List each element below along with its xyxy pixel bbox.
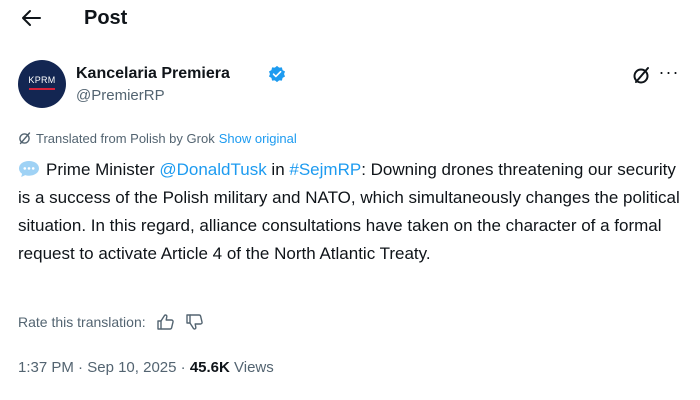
post-date[interactable]: Sep 10, 2025: [87, 359, 176, 376]
avatar[interactable]: KPRM: [18, 60, 66, 108]
arrow-left-icon: [22, 10, 41, 26]
author-handle[interactable]: @PremierRP: [76, 86, 165, 106]
show-original-link[interactable]: Show original: [219, 131, 297, 146]
thumbs-down-icon[interactable]: [185, 313, 205, 331]
page-title: Post: [84, 7, 128, 29]
tweet-text: Prime Minister @DonaldTusk in #SejmRP: D…: [18, 156, 688, 268]
verified-badge-icon: [268, 65, 286, 83]
tweet-text-part: in: [266, 160, 290, 179]
post-meta-row: 1:37 PM · Sep 10, 2025 · 45.6K Views: [18, 358, 274, 378]
more-button[interactable]: ···: [656, 63, 682, 86]
mention-link[interactable]: @DonaldTusk: [159, 160, 266, 179]
page-header: Post: [0, 0, 700, 36]
speech-bubble-icon: [19, 161, 39, 177]
hashtag-link[interactable]: #SejmRP: [289, 160, 361, 179]
author-row: KPRM Kancelaria Premiera @PremierRP ···: [18, 58, 682, 110]
grok-button[interactable]: [631, 64, 653, 86]
translation-note-row: Translated from Polish by Grok Show origi…: [18, 130, 297, 148]
translation-note: Translated from Polish by Grok: [36, 131, 215, 146]
avatar-logo-text: KPRM: [28, 75, 56, 85]
thumbs-up-icon[interactable]: [156, 313, 176, 331]
avatar-logo-stripe: [29, 88, 55, 90]
views-label: Views: [229, 359, 274, 376]
translate-icon: [19, 132, 31, 145]
rate-translation-label: Rate this translation:: [18, 314, 146, 330]
post-time[interactable]: 1:37 PM: [18, 359, 74, 376]
author-name[interactable]: Kancelaria Premiera: [76, 64, 230, 84]
meta-separator: ·: [73, 359, 88, 376]
rate-translation-row: Rate this translation:: [18, 312, 205, 332]
meta-separator: ·: [176, 359, 190, 376]
grok-icon: [633, 67, 649, 84]
views-count: 45.6K: [189, 359, 230, 376]
tweet-text-part: Prime Minister: [46, 160, 160, 179]
back-button[interactable]: [16, 4, 46, 32]
